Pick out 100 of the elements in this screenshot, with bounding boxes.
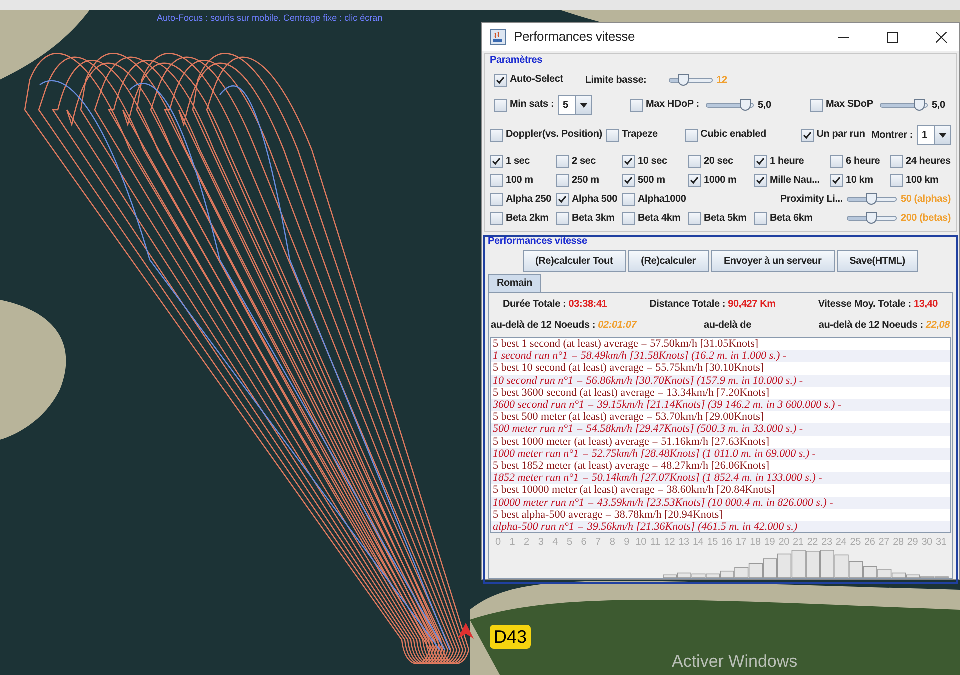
checkbox[interactable]: 500 m (622, 174, 688, 187)
histogram-label: 18 (749, 536, 762, 550)
checkbox-label: 100 km (906, 174, 939, 186)
checkbox[interactable]: Beta 4km (622, 212, 688, 225)
checkbox[interactable]: Alpha 500 (556, 193, 622, 206)
caret-icon (938, 132, 946, 138)
checkbox-label: Beta 2km (506, 212, 549, 224)
checkbox[interactable]: 10 km (830, 174, 890, 187)
checkbox-label: 6 heure (846, 156, 880, 168)
slider-thumb[interactable] (740, 98, 752, 110)
close-icon[interactable] (936, 32, 947, 42)
checkbox[interactable]: 250 m (556, 174, 622, 187)
checkbox[interactable]: Beta 2km (490, 212, 556, 225)
checkbox[interactable]: 2 sec (556, 155, 622, 168)
checkbox-box[interactable] (494, 98, 507, 112)
checkbox-box[interactable] (490, 193, 503, 206)
checkbox-box[interactable] (556, 212, 569, 225)
action-button[interactable]: Save(HTML) (836, 250, 918, 272)
dropdown[interactable]: 5 (558, 95, 592, 115)
checkbox[interactable]: Alpha 250 (490, 193, 556, 206)
checkbox-box[interactable] (754, 155, 767, 168)
slider-thumb[interactable] (866, 193, 877, 205)
checkbox-box[interactable] (890, 174, 903, 187)
slider-thumb[interactable] (866, 212, 877, 224)
histogram-label: 21 (792, 536, 805, 550)
checkbox-box[interactable] (622, 212, 635, 225)
checkbox[interactable]: Mille Nau... (754, 174, 830, 187)
checkbox[interactable]: Beta 3km (556, 212, 622, 225)
checkbox-box[interactable] (810, 98, 823, 112)
histogram-label: 31 (934, 536, 948, 550)
checkbox-label: 500 m (638, 174, 666, 186)
checkbox-box[interactable] (688, 155, 701, 168)
slider-value: 12 (716, 74, 728, 88)
checkbox[interactable]: Cubic enabled (684, 128, 801, 142)
stat-text: Distance Totale : 90,427 Km (648, 298, 777, 312)
app-icon (490, 29, 506, 45)
checkbox-box[interactable] (494, 74, 507, 86)
histogram-label: 22 (806, 536, 820, 550)
histogram-label: 11 (649, 536, 662, 550)
checkbox[interactable]: Beta 6km (754, 212, 830, 225)
checkbox[interactable]: Doppler(vs. Position) (490, 128, 606, 142)
dropdown[interactable]: 1 (917, 125, 951, 145)
road-label: D43 (490, 625, 532, 649)
histogram-label: 13 (678, 536, 690, 550)
checkbox[interactable]: Trapeze (606, 128, 685, 142)
maximize-icon[interactable] (887, 32, 898, 42)
slider-thumb[interactable] (678, 74, 690, 86)
checkbox[interactable]: Min sats : (494, 98, 558, 112)
checkbox[interactable]: 1 sec (490, 155, 556, 168)
checkbox-box[interactable] (622, 193, 635, 206)
action-button[interactable]: (Re)calculer Tout (522, 250, 626, 272)
checkbox[interactable]: Beta 5km (688, 212, 754, 225)
checkmark-icon (496, 76, 505, 84)
checkbox[interactable]: Alpha1000 (622, 193, 688, 206)
stat-text: Vitesse Moy. Totale : 13,40 (817, 298, 939, 312)
checkbox[interactable]: Max HDoP : (630, 98, 706, 112)
checkbox[interactable]: 20 sec (688, 155, 754, 168)
checkbox-box[interactable] (490, 128, 503, 142)
checkbox-box[interactable] (684, 128, 698, 142)
slider-thumb[interactable] (914, 98, 926, 110)
histogram-label: 29 (906, 536, 920, 550)
tab[interactable]: Romain (488, 274, 542, 292)
checkbox-box[interactable] (754, 174, 767, 187)
histogram-label: 4 (552, 536, 560, 550)
histogram-label: 26 (864, 536, 876, 550)
checkbox[interactable]: 10 sec (622, 155, 688, 168)
checkbox-box[interactable] (890, 155, 903, 168)
checkbox-box[interactable] (830, 174, 843, 187)
histogram-label: 24 (834, 536, 848, 550)
checkbox-box[interactable] (490, 174, 503, 187)
checkbox[interactable]: Auto-Select (494, 74, 564, 86)
checkbox-label: Beta 3km (572, 212, 615, 224)
checkbox[interactable]: 24 heures (890, 155, 960, 168)
checkbox-label: Beta 6km (770, 212, 813, 224)
checkbox[interactable]: 1 heure (754, 155, 830, 168)
checkbox-box[interactable] (630, 98, 643, 112)
checkbox-box[interactable] (556, 174, 569, 187)
checkbox-label: 1 sec (506, 156, 530, 168)
checkbox-box[interactable] (688, 174, 701, 187)
checkbox[interactable]: 1000 m (688, 174, 754, 187)
action-button[interactable]: (Re)calculer (628, 250, 709, 272)
checkbox-box[interactable] (622, 174, 635, 187)
checkbox[interactable]: Max SDoP (810, 98, 880, 112)
action-button[interactable]: Envoyer à un serveur (710, 250, 835, 272)
checkbox[interactable]: 6 heure (830, 155, 890, 168)
checkbox-box[interactable] (622, 155, 635, 168)
checkbox-box[interactable] (830, 155, 843, 168)
panel-title: Performances vitesse (488, 235, 588, 249)
checkbox-box[interactable] (606, 128, 620, 142)
checkbox[interactable]: 100 km (890, 174, 960, 187)
checkbox[interactable]: 100 m (490, 174, 556, 187)
checkbox-box[interactable] (556, 193, 569, 206)
checkbox-box[interactable] (556, 155, 569, 168)
histogram-label: 15 (706, 536, 719, 550)
checkbox-box[interactable] (490, 155, 503, 168)
checkbox-box[interactable] (754, 212, 767, 225)
checkbox[interactable]: Un par run (800, 128, 872, 142)
checkbox-box[interactable] (490, 212, 503, 225)
checkbox-box[interactable] (688, 212, 701, 225)
checkbox-box[interactable] (800, 128, 814, 142)
